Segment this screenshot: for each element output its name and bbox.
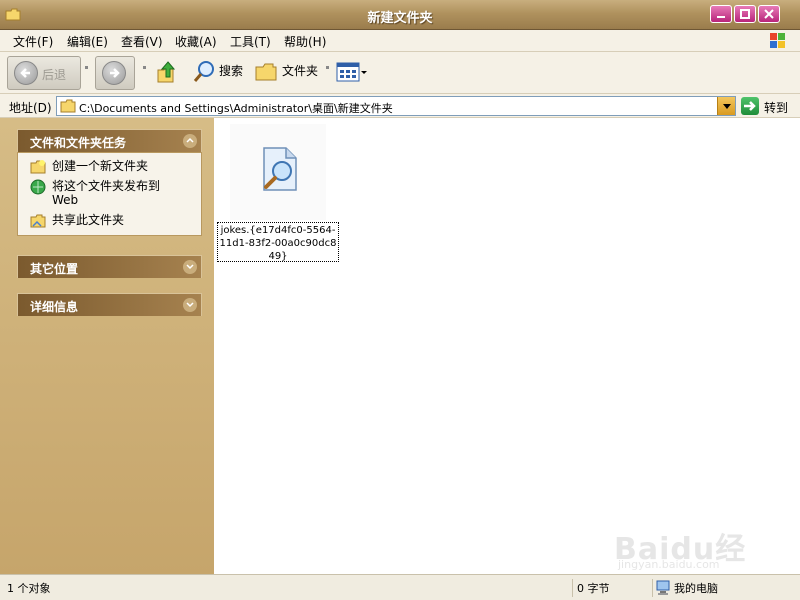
file-tasks-body: 创建一个新文件夹 将这个文件夹发布到 Web 共享此文件夹 bbox=[17, 152, 202, 236]
title-bar: 新建文件夹 bbox=[0, 0, 800, 30]
forward-arrow-icon bbox=[102, 61, 126, 85]
toolbar: 后退 搜索 文件夹 bbox=[0, 52, 800, 94]
new-folder-icon bbox=[30, 160, 46, 174]
close-icon bbox=[764, 9, 774, 19]
window-title: 新建文件夹 bbox=[367, 11, 433, 26]
search-icon[interactable] bbox=[193, 60, 215, 84]
address-value: C:\Documents and Settings\Administrator\… bbox=[79, 102, 393, 115]
chevron-down-icon[interactable] bbox=[183, 260, 197, 274]
file-tasks-header[interactable]: 文件和文件夹任务 bbox=[17, 129, 202, 152]
folders-button[interactable]: 文件夹 bbox=[282, 62, 318, 79]
share-folder-icon bbox=[30, 214, 46, 228]
file-view: jokes.{e17d4fc0-5564-11d1-83f2-00a0c90dc… bbox=[214, 118, 800, 600]
status-bar: 1 个对象 0 字节 我的电脑 bbox=[0, 574, 800, 600]
task-pane: 文件和文件夹任务 创建一个新文件夹 将这个文件夹发布到 Web 共享此文件夹 其… bbox=[0, 118, 214, 574]
menu-file[interactable]: 文件(F) bbox=[13, 33, 53, 50]
baidu-watermark: Baidu经验 jingyan.baidu.com bbox=[614, 514, 764, 600]
menu-view[interactable]: 查看(V) bbox=[121, 33, 163, 50]
publish-web-icon bbox=[30, 179, 46, 195]
search-document-icon bbox=[263, 147, 297, 191]
back-arrow-icon bbox=[14, 61, 38, 85]
back-button[interactable]: 后退 bbox=[7, 56, 81, 90]
details-header[interactable]: 详细信息 bbox=[17, 293, 202, 316]
menu-edit[interactable]: 编辑(E) bbox=[67, 33, 108, 50]
chevron-up-icon[interactable] bbox=[183, 134, 197, 148]
menu-favorites[interactable]: 收藏(A) bbox=[175, 33, 217, 50]
back-label: 后退 bbox=[42, 68, 67, 82]
details-panel: 详细信息 bbox=[17, 293, 202, 316]
go-label: 转到 bbox=[764, 101, 789, 115]
search-button[interactable]: 搜索 bbox=[219, 62, 243, 79]
minimize-icon bbox=[717, 16, 725, 18]
maximize-icon bbox=[740, 9, 750, 19]
file-tasks-panel: 文件和文件夹任务 创建一个新文件夹 将这个文件夹发布到 Web 共享此文件夹 bbox=[17, 129, 202, 236]
close-button[interactable] bbox=[758, 5, 780, 23]
status-location: 我的电脑 bbox=[674, 582, 718, 595]
windows-logo-icon bbox=[770, 33, 785, 48]
address-dropdown-button[interactable] bbox=[717, 97, 735, 115]
go-arrow-icon bbox=[741, 97, 759, 115]
other-places-panel: 其它位置 bbox=[17, 255, 202, 278]
status-size: 0 字节 bbox=[577, 582, 610, 595]
menu-tools[interactable]: 工具(T) bbox=[230, 33, 271, 50]
folders-icon[interactable] bbox=[255, 62, 277, 82]
forward-button[interactable] bbox=[95, 56, 135, 90]
address-input[interactable]: C:\Documents and Settings\Administrator\… bbox=[56, 96, 736, 116]
task-share-folder[interactable]: 共享此文件夹 bbox=[28, 213, 195, 228]
file-tasks-title: 文件和文件夹任务 bbox=[30, 136, 127, 150]
menu-help[interactable]: 帮助(H) bbox=[284, 33, 326, 50]
watermark-url: jingyan.baidu.com bbox=[618, 558, 720, 571]
up-folder-icon[interactable] bbox=[156, 60, 178, 84]
status-object-count: 1 个对象 bbox=[7, 582, 51, 595]
other-places-title: 其它位置 bbox=[30, 262, 79, 276]
minimize-button[interactable] bbox=[710, 5, 732, 23]
address-bar: 地址(D) C:\Documents and Settings\Administ… bbox=[0, 94, 800, 118]
address-label: 地址(D) bbox=[9, 101, 52, 115]
folder-icon bbox=[60, 99, 76, 113]
chevron-down-icon[interactable] bbox=[183, 298, 197, 312]
other-places-header[interactable]: 其它位置 bbox=[17, 255, 202, 278]
task-new-folder[interactable]: 创建一个新文件夹 bbox=[28, 159, 195, 174]
task-publish-web[interactable]: 将这个文件夹发布到 Web bbox=[28, 179, 195, 207]
details-title: 详细信息 bbox=[30, 300, 79, 314]
my-computer-icon bbox=[656, 580, 670, 595]
chevron-down-icon bbox=[723, 104, 731, 109]
maximize-button[interactable] bbox=[734, 5, 756, 23]
file-thumbnail bbox=[230, 124, 326, 220]
go-button[interactable]: 转到 bbox=[740, 96, 798, 116]
menu-bar: 文件(F) 编辑(E) 查看(V) 收藏(A) 工具(T) 帮助(H) bbox=[0, 30, 800, 52]
file-name: jokes.{e17d4fc0-5564-11d1-83f2-00a0c90dc… bbox=[217, 222, 339, 262]
views-icon[interactable] bbox=[336, 62, 368, 82]
